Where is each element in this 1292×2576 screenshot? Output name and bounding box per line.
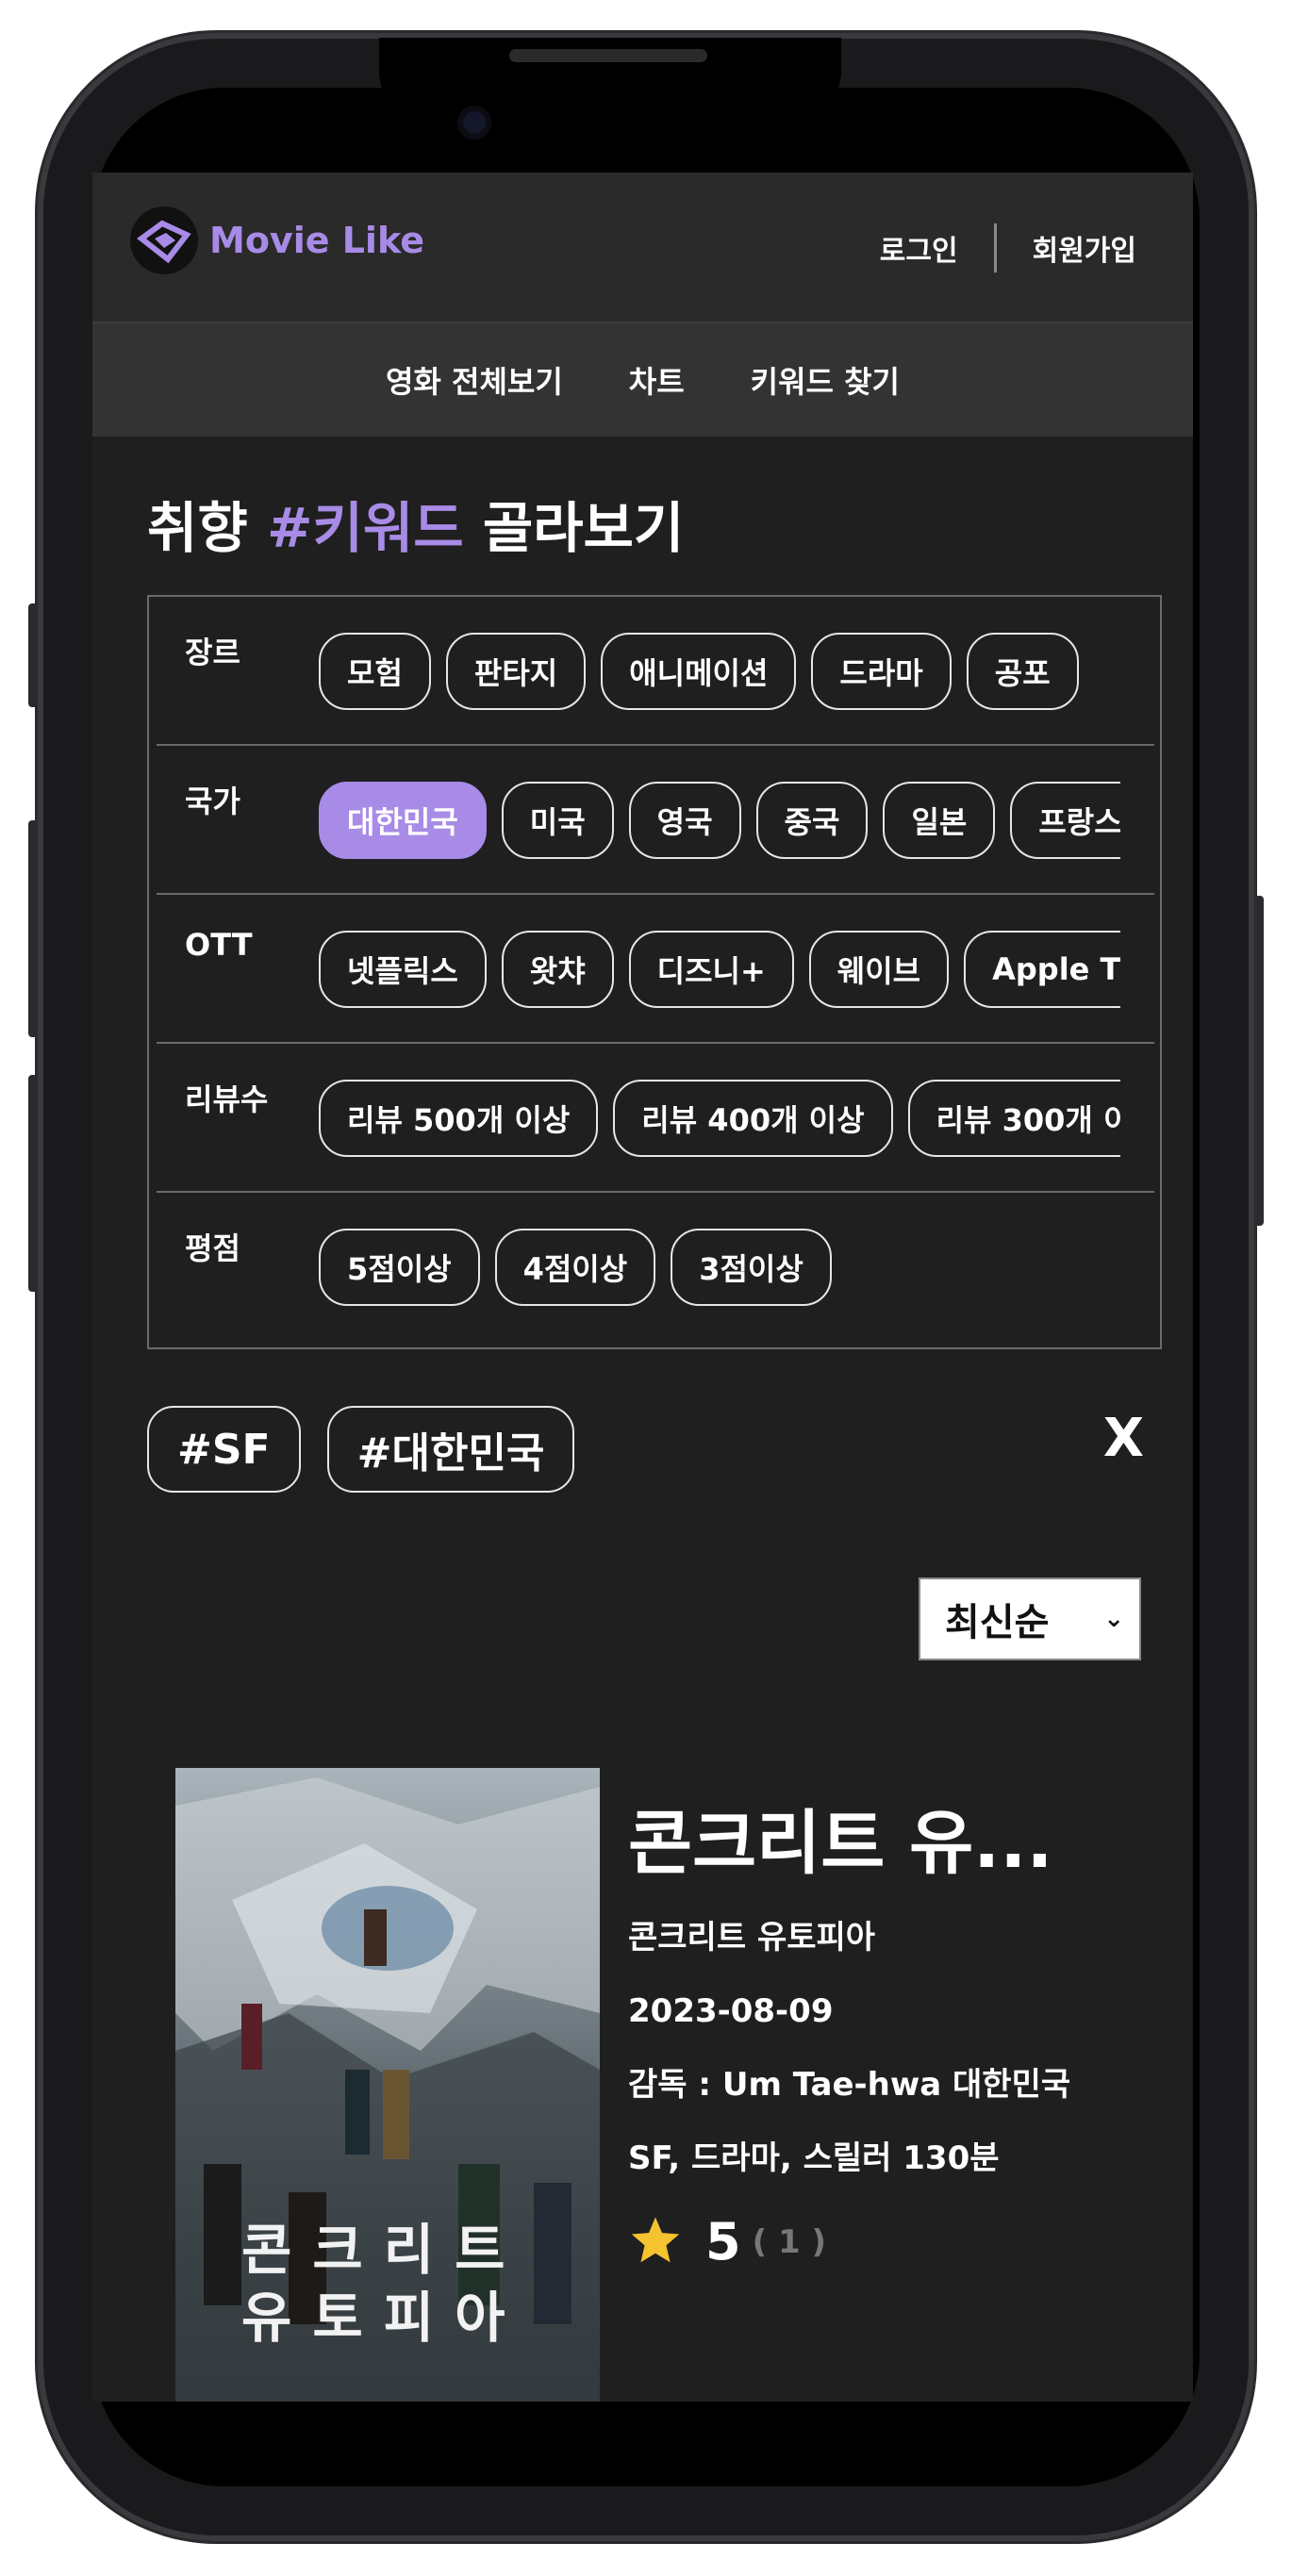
country-chip-list[interactable]: 대한민국 미국 영국 중국 일본 프랑스	[319, 782, 1120, 863]
chip-ott[interactable]: Apple TV	[964, 931, 1120, 1008]
filter-row-country: 국가 대한민국 미국 영국 중국 일본 프랑스	[157, 746, 1154, 895]
phone-power-button	[1254, 896, 1264, 1226]
sort-select[interactable]: 최신순 ⌄	[919, 1577, 1141, 1660]
chip-reviews[interactable]: 리뷰 400개 이상	[613, 1080, 893, 1157]
movie-original-title: 콘크리트 유토피아	[628, 1919, 876, 1957]
genre-chip-list[interactable]: 모험 판타지 애니메이션 드라마 공포	[319, 633, 1120, 714]
page-title-accent: #키워드	[266, 496, 464, 560]
logo-text: Movie Like	[209, 220, 424, 261]
chip-country[interactable]: 프랑스	[1010, 782, 1120, 859]
star-icon	[628, 2214, 683, 2271]
chip-genre[interactable]: 판타지	[445, 633, 587, 710]
logo-icon	[130, 206, 198, 274]
main-nav: 영화 전체보기 차트 키워드 찾기	[92, 323, 1193, 437]
chip-country-selected[interactable]: 대한민국	[319, 782, 487, 859]
movie-title[interactable]: 콘크리트 유...	[628, 1787, 1100, 1888]
chip-ott[interactable]: 웨이브	[808, 931, 950, 1008]
filter-row-genre: 장르 모험 판타지 애니메이션 드라마 공포	[157, 597, 1154, 746]
site-header: Movie Like 로그인 회원가입	[92, 173, 1193, 323]
filter-label-genre: 장르	[185, 635, 240, 670]
nav-item-all-movies[interactable]: 영화 전체보기	[386, 358, 563, 402]
movie-genre-runtime: SF, 드라마, 스릴러 130분	[628, 2139, 1000, 2177]
chip-score[interactable]: 3점이상	[671, 1229, 832, 1306]
filter-row-ott: OTT 넷플릭스 왓챠 디즈니+ 웨이브 Apple TV	[157, 895, 1154, 1044]
phone-speaker	[509, 49, 707, 62]
rating-score: 5	[705, 2212, 741, 2271]
screen: Movie Like 로그인 회원가입 영화 전체보기 차트 키워드 찾기 취향…	[92, 173, 1193, 2402]
movie-info: 콘크리트 유... 콘크리트 유토피아 2023-08-09 감독 : Um T…	[628, 1768, 1100, 2271]
logo[interactable]: Movie Like	[130, 206, 424, 274]
phone-silent-switch	[28, 603, 38, 707]
chip-genre[interactable]: 애니메이션	[601, 633, 797, 710]
chip-country[interactable]: 미국	[501, 782, 614, 859]
selected-tag[interactable]: #SF	[147, 1406, 301, 1493]
filter-label-reviews: 리뷰수	[185, 1082, 269, 1117]
signup-link[interactable]: 회원가입	[1033, 227, 1136, 269]
nav-item-keyword-search[interactable]: 키워드 찾기	[751, 358, 900, 402]
filter-row-score: 평점 5점이상 4점이상 3점이상	[157, 1193, 1154, 1340]
chevron-down-icon: ⌄	[1103, 1605, 1124, 1633]
rating-count: ( 1 )	[752, 2222, 826, 2261]
filter-row-reviews: 리뷰수 리뷰 500개 이상 리뷰 400개 이상 리뷰 300개 이상	[157, 1044, 1154, 1193]
ott-chip-list[interactable]: 넷플릭스 왓챠 디즈니+ 웨이브 Apple TV	[319, 931, 1120, 1012]
login-link[interactable]: 로그인	[880, 227, 958, 269]
chip-score[interactable]: 4점이상	[494, 1229, 656, 1306]
phone-volume-down	[28, 1075, 38, 1292]
clear-tags-button[interactable]: X	[1103, 1408, 1144, 1469]
chip-genre[interactable]: 모험	[319, 633, 431, 710]
movie-release-date: 2023-08-09	[628, 1992, 834, 2030]
poster-title-line2: 유토피아	[241, 2286, 526, 2350]
selected-tag[interactable]: #대한민국	[326, 1406, 575, 1493]
nav-item-chart[interactable]: 차트	[629, 358, 685, 402]
phone-volume-up	[28, 820, 38, 1037]
filter-label-ott: OTT	[185, 927, 253, 963]
chip-genre[interactable]: 드라마	[811, 633, 952, 710]
auth-divider	[993, 223, 997, 272]
chip-country[interactable]: 중국	[755, 782, 869, 859]
poster-title-line1: 콘크리트	[241, 2218, 526, 2282]
phone-camera	[457, 106, 491, 140]
chip-score[interactable]: 5점이상	[319, 1229, 480, 1306]
poster-title: 콘크리트 유토피아	[241, 2216, 553, 2352]
chip-genre[interactable]: 공포	[966, 633, 1079, 710]
chip-country[interactable]: 일본	[883, 782, 996, 859]
score-chip-list[interactable]: 5점이상 4점이상 3점이상	[319, 1229, 1120, 1310]
chip-country[interactable]: 영국	[628, 782, 741, 859]
movie-director-country: 감독 : Um Tae-hwa 대한민국	[628, 2066, 1071, 2104]
filter-label-country: 국가	[185, 784, 240, 819]
movie-poster[interactable]: 콘크리트 유토피아	[175, 1768, 600, 2402]
chip-ott[interactable]: 왓챠	[501, 931, 614, 1008]
auth-links: 로그인 회원가입	[880, 223, 1136, 272]
page-title-suffix: 골라보기	[482, 496, 685, 560]
chip-ott[interactable]: 디즈니+	[628, 931, 794, 1008]
sort-selected-value: 최신순	[945, 1601, 1050, 1644]
selected-tags: #SF #대한민국	[147, 1406, 575, 1493]
movie-card[interactable]: 콘크리트 유토피아 콘크리트 유... 콘크리트 유토피아 2023-08-09…	[175, 1768, 1118, 2402]
reviews-chip-list[interactable]: 리뷰 500개 이상 리뷰 400개 이상 리뷰 300개 이상	[319, 1080, 1120, 1161]
chip-reviews[interactable]: 리뷰 500개 이상	[319, 1080, 599, 1157]
movie-rating: 5 ( 1 )	[628, 2212, 1100, 2271]
chip-reviews[interactable]: 리뷰 300개 이상	[907, 1080, 1120, 1157]
page-title: 취향 #키워드 골라보기	[147, 484, 684, 563]
filter-label-score: 평점	[185, 1230, 240, 1266]
page-title-prefix: 취향	[147, 496, 248, 560]
chip-ott[interactable]: 넷플릭스	[319, 931, 487, 1008]
keyword-filter-panel: 장르 모험 판타지 애니메이션 드라마 공포 국가 대한민국 미국 영국 중국 …	[147, 595, 1162, 1349]
